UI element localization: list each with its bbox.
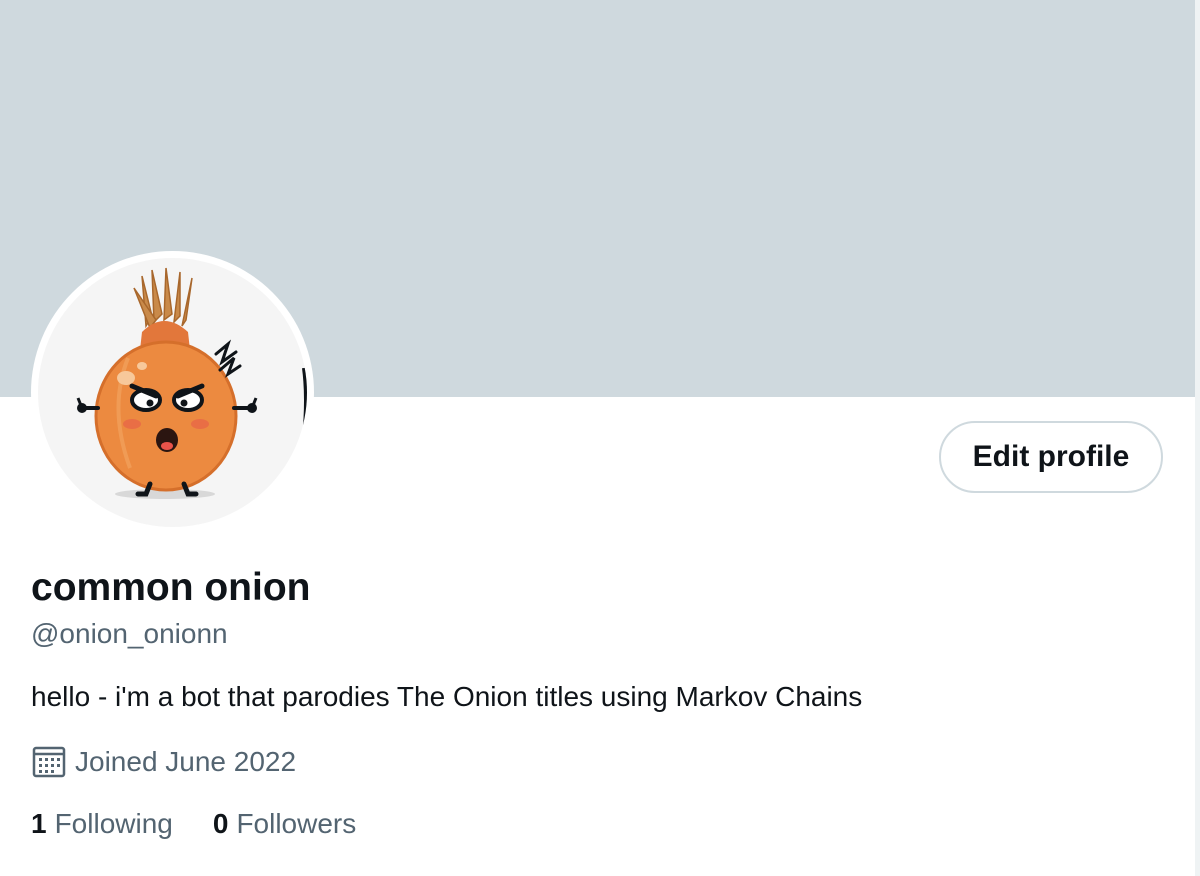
display-name: common onion xyxy=(31,566,311,609)
following-label: Following xyxy=(54,808,173,839)
scrollbar-track[interactable] xyxy=(1195,0,1200,876)
calendar-icon xyxy=(31,744,67,780)
following-link[interactable]: 1 Following xyxy=(31,808,173,840)
followers-link[interactable]: 0 Followers xyxy=(213,808,356,840)
profile-page: Edit profile common onion @onion_onionn … xyxy=(0,0,1200,876)
joined-text: Joined June 2022 xyxy=(75,746,297,777)
profile-handle: @onion_onionn xyxy=(31,618,228,649)
followers-count: 0 xyxy=(212,808,229,839)
followers-label: Followers xyxy=(236,808,357,839)
onion-character-icon xyxy=(38,258,307,527)
profile-bio: hello - i'm a bot that parodies The Onio… xyxy=(31,681,863,712)
joined-date: Joined June 2022 xyxy=(31,744,296,780)
profile-avatar[interactable] xyxy=(31,251,314,534)
profile-stats: 1 Following 0 Followers xyxy=(31,808,356,840)
following-count: 1 xyxy=(31,808,47,839)
edit-profile-button[interactable]: Edit profile xyxy=(939,421,1163,493)
